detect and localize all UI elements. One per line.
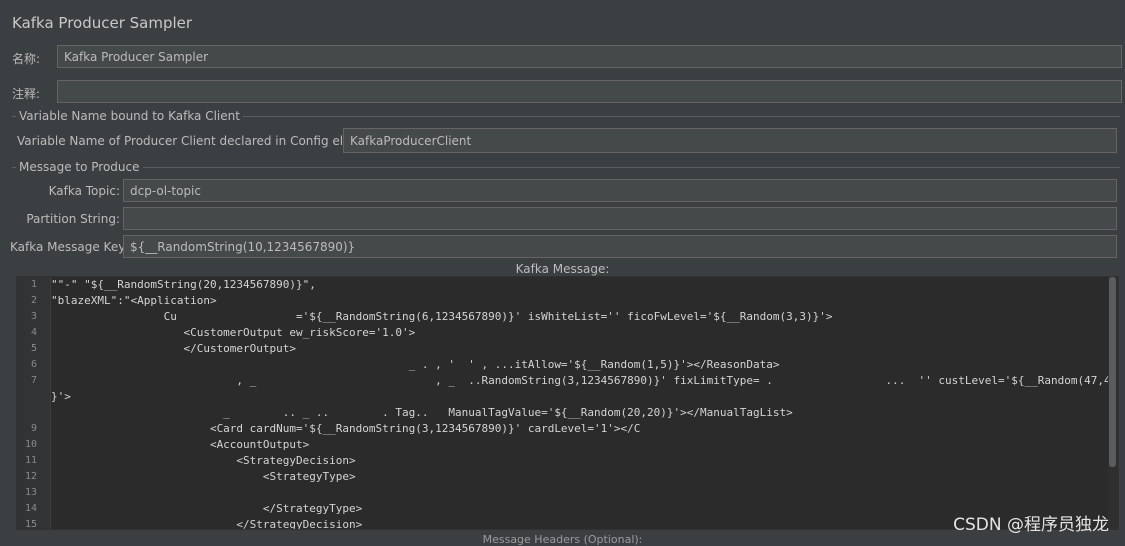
kafka-topic-label: Kafka Topic: bbox=[48, 184, 120, 198]
code-text: _ . , ' ' , ...itAllow='${__Random(1,5)}… bbox=[51, 358, 780, 371]
line-number: 3 bbox=[30, 311, 37, 322]
comment-field[interactable] bbox=[57, 80, 1122, 103]
line-number: 6 bbox=[30, 359, 37, 370]
code-text: _ .. _ .. . Tag.. ManualTagValue='${__Ra… bbox=[51, 406, 793, 419]
name-field[interactable]: Kafka Producer Sampler bbox=[57, 45, 1122, 68]
line-number: 9 bbox=[30, 423, 37, 434]
code-text: <Card cardNum='${__RandomString(3,123456… bbox=[51, 422, 641, 435]
code-text: <StrategyDecision> bbox=[51, 454, 356, 467]
editor-scrollbar-track[interactable] bbox=[1108, 277, 1118, 529]
name-label: 名称: bbox=[12, 52, 41, 66]
line-number: 13 bbox=[24, 487, 37, 498]
line-number: 1 bbox=[30, 279, 37, 290]
message-section-border bbox=[12, 167, 1120, 168]
code-text: <StrategyType> bbox=[51, 470, 356, 483]
kafka-topic-field[interactable]: dcp-ol-topic bbox=[123, 179, 1117, 202]
editor-scrollbar-thumb[interactable] bbox=[1109, 277, 1116, 467]
code-text: </StrategyType> bbox=[51, 502, 363, 515]
line-number: 10 bbox=[24, 439, 37, 450]
comment-label: 注释: bbox=[12, 87, 41, 101]
csdn-watermark: CSDN @程序员独龙 bbox=[953, 515, 1109, 535]
variable-section-heading: Variable Name bound to Kafka Client bbox=[16, 109, 243, 123]
code-text: }'> bbox=[51, 390, 71, 403]
line-number: 14 bbox=[24, 503, 37, 514]
code-text: Cu ='${__RandomString(6,1234567890)}' is… bbox=[51, 310, 833, 323]
kafka-message-editor[interactable]: 1 ""-" "${__RandomString(20,1234567890)}"… bbox=[16, 276, 1119, 530]
code-text: "blazeXML":"<Application> bbox=[51, 294, 217, 307]
code-text: , _ , _ ..RandomString(3,1234567890)}' f… bbox=[51, 374, 1119, 387]
window-title: Kafka Producer Sampler bbox=[12, 14, 193, 32]
code-text: </StrategyDecision> bbox=[51, 518, 363, 530]
kafka-message-key-label: Kafka Message Key: bbox=[10, 240, 129, 254]
producer-client-field[interactable]: KafkaProducerClient bbox=[343, 128, 1117, 153]
line-number: 7 bbox=[30, 375, 37, 386]
partition-string-field[interactable] bbox=[123, 207, 1117, 230]
code-text: <CustomerOutput ew_riskScore='1.0'> bbox=[51, 326, 416, 339]
kafka-message-caption: Kafka Message: bbox=[515, 262, 610, 276]
line-number: 11 bbox=[24, 455, 37, 466]
code-text: ""-" "${__RandomString(20,1234567890)}", bbox=[51, 278, 316, 291]
code-text: <AccountOutput> bbox=[51, 438, 310, 451]
line-number: 2 bbox=[30, 295, 37, 306]
line-number: 4 bbox=[30, 327, 37, 338]
code-text: </CustomerOutput> bbox=[51, 342, 297, 355]
line-number: 5 bbox=[30, 343, 37, 354]
producer-client-label: Variable Name of Producer Client declare… bbox=[17, 134, 386, 148]
partition-string-label: Partition String: bbox=[26, 212, 120, 226]
kafka-message-key-field[interactable]: ${__RandomString(10,1234567890)} bbox=[123, 235, 1117, 258]
message-section-heading: Message to Produce bbox=[16, 160, 143, 174]
line-number: 15 bbox=[24, 519, 37, 530]
line-number: 12 bbox=[24, 471, 37, 482]
